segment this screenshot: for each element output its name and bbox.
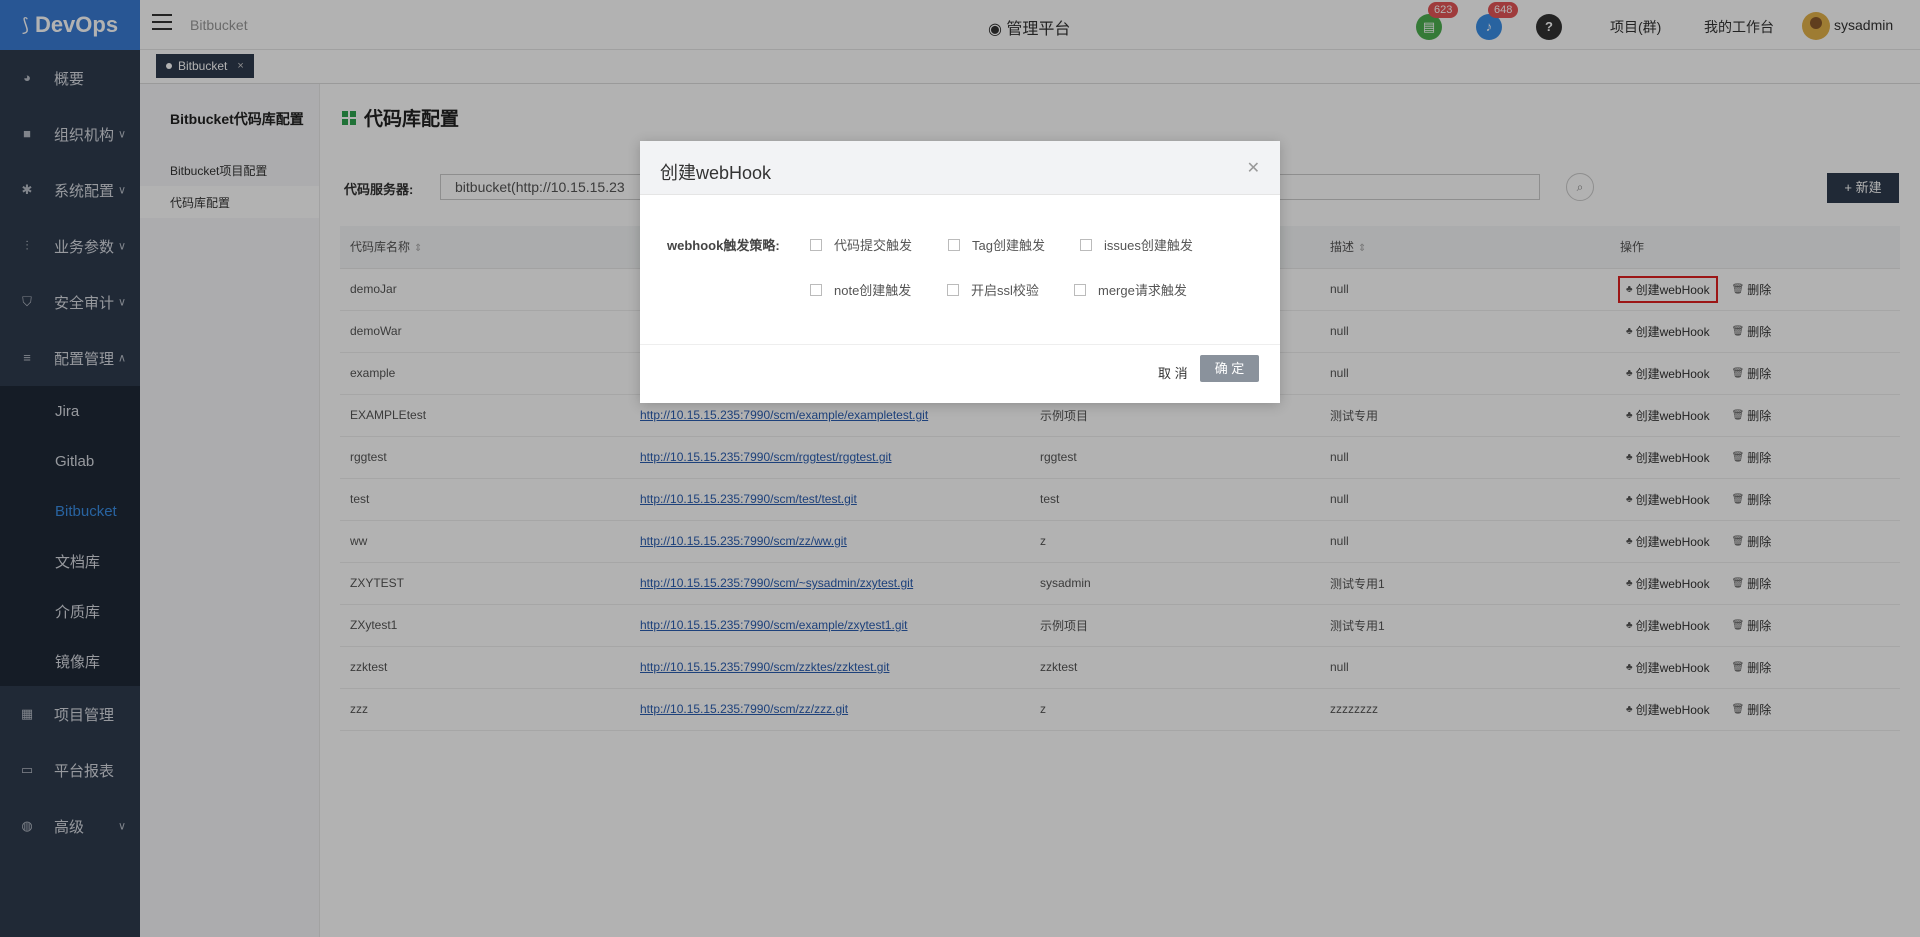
option-merge-request[interactable]: merge请求触发 (1074, 280, 1187, 299)
option-label: Tag创建触发 (972, 238, 1045, 253)
checkbox[interactable] (947, 283, 959, 296)
checkbox[interactable] (948, 238, 960, 251)
strategy-label: webhook触发策略: (667, 238, 780, 253)
option-issues-create[interactable]: issues创建触发 (1080, 235, 1193, 254)
dialog-header: 创建webHook ✕ (640, 141, 1280, 195)
confirm-button[interactable]: 确 定 (1200, 355, 1259, 382)
checkbox[interactable] (810, 238, 822, 251)
dialog-title: 创建webHook (660, 163, 772, 183)
close-icon[interactable]: ✕ (1247, 158, 1260, 178)
option-label: note创建触发 (834, 283, 912, 298)
option-ssl-verify[interactable]: 开启ssl校验 (947, 280, 1039, 299)
checkbox[interactable] (1074, 283, 1086, 296)
option-tag-create[interactable]: Tag创建触发 (948, 235, 1045, 254)
checkbox[interactable] (1080, 238, 1092, 251)
option-label: 开启ssl校验 (971, 283, 1039, 298)
option-label: merge请求触发 (1098, 283, 1187, 298)
option-code-commit[interactable]: 代码提交触发 (810, 235, 912, 254)
cancel-button[interactable]: 取 消 (1158, 363, 1188, 382)
option-label: 代码提交触发 (834, 238, 913, 253)
create-webhook-dialog: 创建webHook ✕ webhook触发策略: 代码提交触发 Tag创建触发 … (640, 141, 1280, 403)
checkbox[interactable] (810, 283, 822, 296)
option-note-create[interactable]: note创建触发 (810, 280, 911, 299)
dialog-footer: 取 消 确 定 (640, 344, 1280, 403)
option-label: issues创建触发 (1104, 238, 1193, 253)
